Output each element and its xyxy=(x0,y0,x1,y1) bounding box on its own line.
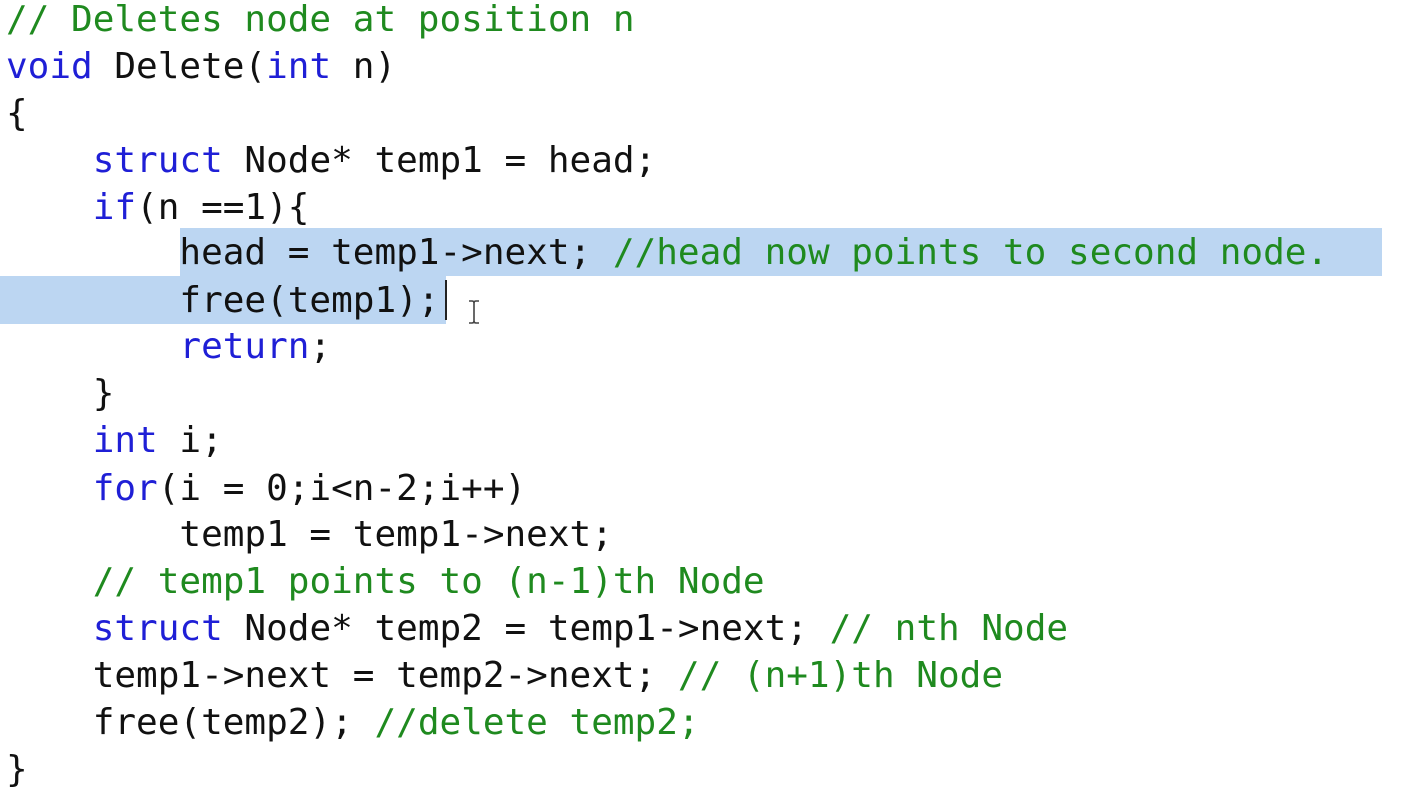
code-line-6[interactable]: head = temp1->next; //head now points to… xyxy=(6,229,1328,276)
code-line-14[interactable]: struct Node* temp2 = temp1->next; // nth… xyxy=(6,605,1068,652)
code-token: head = temp1->next; xyxy=(6,232,613,273)
code-line-8[interactable]: return; xyxy=(6,323,331,370)
code-token: Node* temp2 = temp1->next; xyxy=(222,608,830,649)
keyword-token: struct xyxy=(92,608,223,649)
keyword-token: void xyxy=(6,46,93,87)
code-token: temp1 = temp1->next; xyxy=(6,514,613,555)
code-line-12[interactable]: temp1 = temp1->next; xyxy=(6,511,613,558)
code-line-17[interactable]: } xyxy=(6,746,28,793)
code-line-15[interactable]: temp1->next = temp2->next; // (n+1)th No… xyxy=(6,652,1003,699)
code-line-1[interactable]: // Deletes node at position n xyxy=(6,0,635,43)
code-token: ; xyxy=(309,326,332,367)
code-token: } xyxy=(6,373,115,414)
comment-token: // temp1 points to (n-1)th Node xyxy=(92,561,765,602)
comment-token: // Deletes node at position n xyxy=(6,0,635,40)
code-token: free(temp2); xyxy=(6,702,375,743)
code-line-16[interactable]: free(temp2); //delete temp2; xyxy=(6,699,700,746)
keyword-token: int xyxy=(266,46,332,87)
code-token: (i = 0;i<n-2;i++) xyxy=(157,468,527,509)
code-token: Delete( xyxy=(92,46,267,87)
keyword-token: if xyxy=(92,187,137,228)
code-token: (n ==1){ xyxy=(136,187,310,228)
code-line-3[interactable]: { xyxy=(6,90,28,137)
keyword-token: for xyxy=(92,468,158,509)
code-token: { xyxy=(6,93,28,134)
code-line-11[interactable]: for(i = 0;i<n-2;i++) xyxy=(6,465,527,512)
code-line-9[interactable]: } xyxy=(6,370,115,417)
comment-token: // (n+1)th Node xyxy=(677,655,1003,696)
code-line-5[interactable]: if(n ==1){ xyxy=(6,184,310,231)
code-editor[interactable]: // Deletes node at position n void Delete… xyxy=(0,0,1420,793)
code-line-2[interactable]: void Delete(int n) xyxy=(6,43,396,90)
keyword-token: struct xyxy=(92,140,223,181)
keyword-token: return xyxy=(179,326,310,367)
code-token: free(temp1); xyxy=(6,280,440,321)
code-line-7[interactable]: free(temp1); xyxy=(6,277,439,324)
code-token: } xyxy=(6,749,28,790)
code-line-13[interactable]: // temp1 points to (n-1)th Node xyxy=(6,558,765,605)
comment-token: //head now points to second node. xyxy=(612,232,1329,273)
text-ibeam-cursor-icon xyxy=(469,300,479,324)
code-token: n) xyxy=(331,46,397,87)
code-token: temp1->next = temp2->next; xyxy=(6,655,678,696)
code-line-4[interactable]: struct Node* temp1 = head; xyxy=(6,137,657,184)
code-token: i; xyxy=(157,420,223,461)
text-caret xyxy=(445,280,447,320)
keyword-token: int xyxy=(92,420,158,461)
code-line-10[interactable]: int i; xyxy=(6,417,223,464)
code-token: Node* temp1 = head; xyxy=(222,140,657,181)
comment-token: // nth Node xyxy=(829,608,1069,649)
comment-token: //delete temp2; xyxy=(374,702,700,743)
